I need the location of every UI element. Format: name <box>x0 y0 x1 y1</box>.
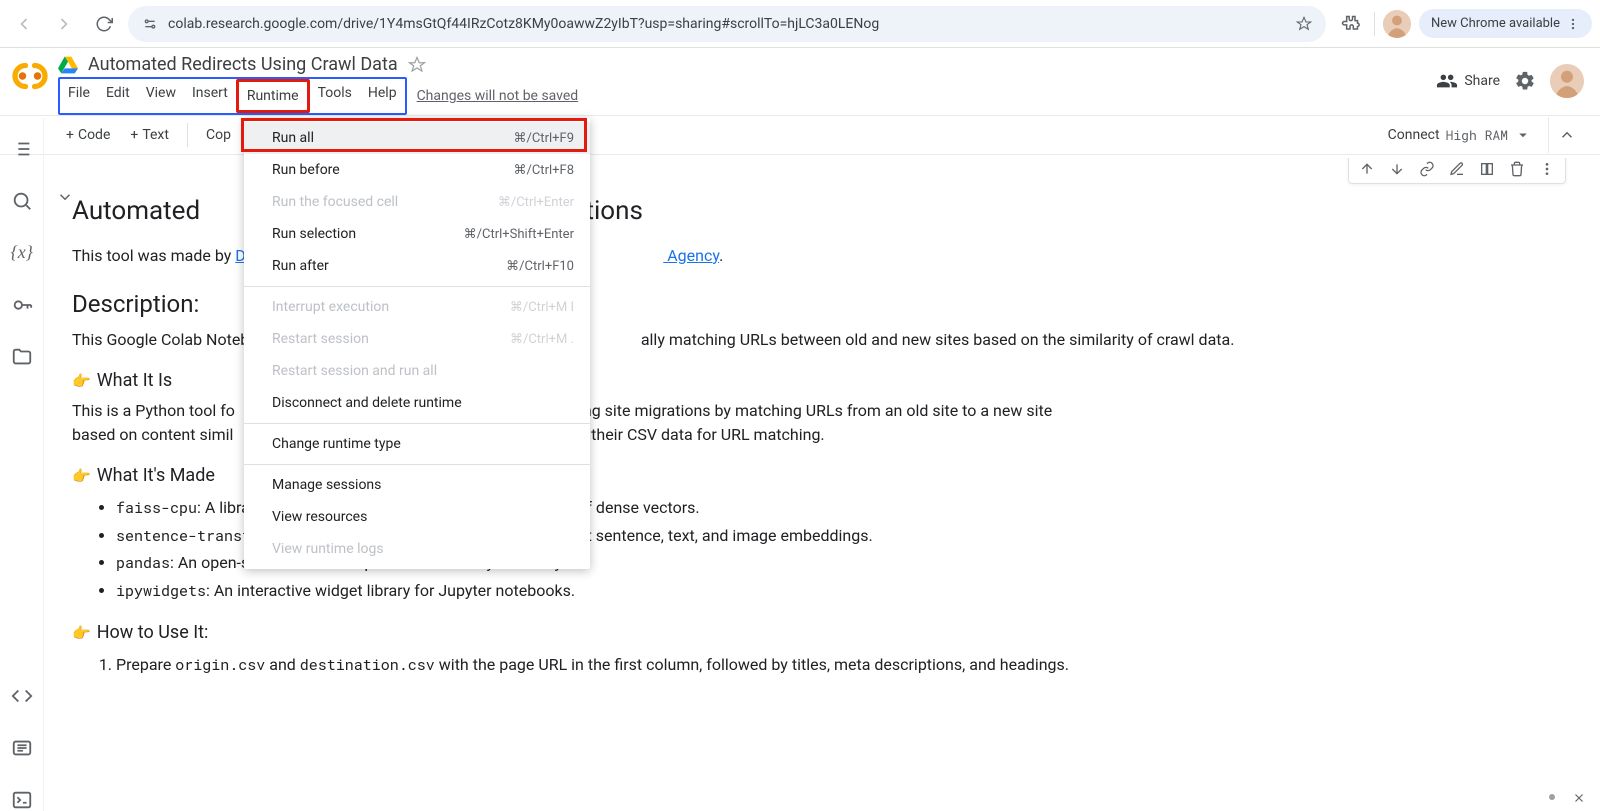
left-rail: {x} <box>0 118 44 811</box>
changes-link[interactable]: Changes will not be saved <box>417 88 579 104</box>
people-icon <box>1436 70 1458 92</box>
back-button[interactable] <box>8 8 40 40</box>
forward-button[interactable] <box>48 8 80 40</box>
mirror-icon[interactable] <box>1479 161 1495 177</box>
secrets-icon[interactable] <box>11 294 33 316</box>
collapse-icon[interactable] <box>56 188 74 206</box>
files-icon[interactable] <box>11 346 33 368</box>
code-snippets-icon[interactable] <box>11 685 33 707</box>
terminal-icon[interactable] <box>11 789 33 811</box>
add-text-button[interactable]: +Text <box>120 123 179 147</box>
menu-bar: File Edit View Insert Runtime Tools Help… <box>58 77 1436 115</box>
extensions-icon[interactable] <box>1334 8 1366 40</box>
menu-file[interactable]: File <box>60 79 98 113</box>
command-palette-icon[interactable] <box>11 737 33 759</box>
move-down-icon[interactable] <box>1389 161 1405 177</box>
dd-restart-run-all: Restart session and run all <box>244 355 590 387</box>
dd-disconnect[interactable]: Disconnect and delete runtime <box>244 387 590 419</box>
menu-runtime[interactable]: Runtime <box>239 82 307 110</box>
dd-manage-sessions[interactable]: Manage sessions <box>244 469 590 501</box>
url-bar[interactable]: colab.research.google.com/drive/1Y4msGtQ… <box>128 6 1326 42</box>
dd-run-after[interactable]: Run after⌘/Ctrl+F10 <box>244 250 590 282</box>
bottom-controls <box>1546 791 1586 805</box>
list-item: ipywidgets: An interactive widget librar… <box>116 577 1556 605</box>
user-avatar[interactable] <box>1550 64 1584 98</box>
delete-icon[interactable] <box>1509 161 1525 177</box>
runtime-dropdown: Run all⌘/Ctrl+F9 Run before⌘/Ctrl+F8 Run… <box>244 118 590 569</box>
dd-run-focused: Run the focused cell⌘/Ctrl+Enter <box>244 186 590 218</box>
how-use-list: Prepare origin.csv and destination.csv w… <box>72 651 1556 679</box>
doc-title[interactable]: Automated Redirects Using Crawl Data <box>88 54 398 75</box>
star-outline-icon[interactable] <box>408 56 426 74</box>
url-text: colab.research.google.com/drive/1Y4msGtQ… <box>168 16 1286 32</box>
menu-view[interactable]: View <box>138 79 184 113</box>
dd-change-runtime[interactable]: Change runtime type <box>244 428 590 460</box>
cell-toolbar <box>1348 158 1566 184</box>
site-info-icon[interactable] <box>142 16 158 32</box>
colab-header: Automated Redirects Using Crawl Data Fil… <box>0 48 1600 115</box>
profile-avatar[interactable] <box>1383 10 1411 38</box>
menu-edit[interactable]: Edit <box>98 79 138 113</box>
menu-help[interactable]: Help <box>360 79 405 113</box>
drive-icon <box>58 55 78 75</box>
add-code-button[interactable]: +Code <box>56 123 120 147</box>
connect-button[interactable]: Connect <box>1388 127 1440 143</box>
dd-view-resources[interactable]: View resources <box>244 501 590 533</box>
toolbar: +Code +Text Cop Connect High RAM <box>0 115 1600 155</box>
reload-button[interactable] <box>88 8 120 40</box>
dd-interrupt: Interrupt execution⌘/Ctrl+M I <box>244 291 590 323</box>
dd-run-all[interactable]: Run all⌘/Ctrl+F9 <box>244 122 590 154</box>
status-dot-icon <box>1546 791 1558 803</box>
search-icon[interactable] <box>11 190 33 212</box>
dd-run-before[interactable]: Run before⌘/Ctrl+F8 <box>244 154 590 186</box>
dd-run-selection[interactable]: Run selection⌘/Ctrl+Shift+Enter <box>244 218 590 250</box>
ram-label: High RAM <box>1446 126 1508 144</box>
list-item: Prepare origin.csv and destination.csv w… <box>116 651 1556 679</box>
menu-tools[interactable]: Tools <box>310 79 360 113</box>
toggle-header-button[interactable] <box>1548 117 1584 153</box>
more-icon[interactable] <box>1539 161 1555 177</box>
move-up-icon[interactable] <box>1359 161 1375 177</box>
dd-runtime-logs: View runtime logs <box>244 533 590 565</box>
star-icon[interactable] <box>1296 16 1312 32</box>
variables-icon[interactable]: {x} <box>11 242 33 264</box>
link-icon[interactable] <box>1419 161 1435 177</box>
browser-bar: colab.research.google.com/drive/1Y4msGtQ… <box>0 0 1600 48</box>
dd-restart: Restart session⌘/Ctrl+M . <box>244 323 590 355</box>
copy-to-drive-button[interactable]: Cop <box>196 123 241 147</box>
share-button[interactable]: Share <box>1436 70 1500 92</box>
colab-logo-icon[interactable] <box>12 58 48 94</box>
agency-link[interactable]: Agency <box>663 246 719 265</box>
chrome-update-pill[interactable]: New Chrome available <box>1419 9 1592 38</box>
close-icon[interactable] <box>1572 791 1586 805</box>
connect-dropdown-icon[interactable] <box>1514 126 1532 144</box>
menu-insert[interactable]: Insert <box>184 79 236 113</box>
toc-icon[interactable] <box>11 138 33 160</box>
edit-icon[interactable] <box>1449 161 1465 177</box>
gear-icon[interactable] <box>1514 70 1536 92</box>
how-use-heading: 👉How to Use It: <box>72 622 1556 643</box>
